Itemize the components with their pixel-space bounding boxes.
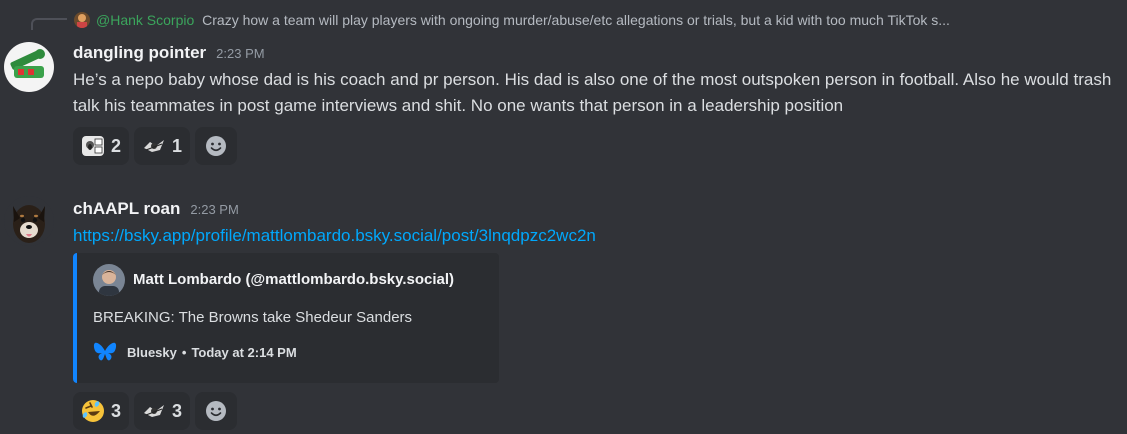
embed-description: BREAKING: The Browns take Shedeur Sander… <box>93 309 413 326</box>
message-header: chAAPL roan 2:23 PM <box>73 199 239 219</box>
timestamp: 2:23 PM <box>190 202 239 217</box>
reactions-bar: 3 3 <box>73 392 238 430</box>
scream-sticker-icon <box>81 134 105 158</box>
reaction-button[interactable]: 3 <box>73 392 130 430</box>
reaction-button[interactable]: 2 <box>73 127 130 165</box>
reaction-count: 3 <box>172 400 183 421</box>
message-link: https://bsky.app/profile/mattlombardo.bs… <box>73 223 596 249</box>
flying-meme-icon <box>142 399 166 423</box>
embed-provider: Bluesky <box>127 344 177 360</box>
bluesky-butterfly-icon <box>93 341 117 363</box>
embed-author[interactable]: Matt Lombardo (@mattlombardo.bsky.social… <box>133 271 454 288</box>
message-text: He’s a nepo baby whose dad is his coach … <box>73 70 1112 115</box>
reply-text: Crazy how a team will play players with … <box>202 12 950 28</box>
reply-spine <box>31 18 67 30</box>
reactions-bar: 2 1 <box>73 127 238 165</box>
username[interactable]: dangling pointer <box>73 43 206 63</box>
chat-view: @Hank Scorpio Crazy how a team will play… <box>0 0 1127 434</box>
reply-author-avatar[interactable] <box>74 12 90 28</box>
reaction-button[interactable]: 3 <box>134 392 191 430</box>
embed-footer: Bluesky • Today at 2:14 PM <box>93 341 297 363</box>
reaction-count: 2 <box>111 135 122 156</box>
smiley-add-icon <box>204 399 228 423</box>
add-reaction-button[interactable] <box>195 127 238 165</box>
bsky-link[interactable]: https://bsky.app/profile/mattlombardo.bs… <box>73 226 596 245</box>
embed-separator: • <box>181 344 187 360</box>
timestamp: 2:23 PM <box>216 46 265 61</box>
avatar[interactable] <box>4 42 54 92</box>
smiley-add-icon <box>204 134 228 158</box>
reply-preview[interactable]: @Hank Scorpio Crazy how a team will play… <box>96 11 1116 29</box>
embed-time: Today at 2:14 PM <box>191 344 297 360</box>
link-embed: Matt Lombardo (@mattlombardo.bsky.social… <box>73 253 499 383</box>
add-reaction-button[interactable] <box>195 392 238 430</box>
embed-author-avatar[interactable] <box>93 264 125 296</box>
message-header: dangling pointer 2:23 PM <box>73 43 265 63</box>
avatar[interactable] <box>4 196 54 246</box>
rolling-on-floor-laughing-icon <box>81 399 105 423</box>
username[interactable]: chAAPL roan <box>73 199 180 219</box>
reaction-count: 1 <box>172 135 183 156</box>
reaction-count: 3 <box>111 400 122 421</box>
reaction-button[interactable]: 1 <box>134 127 191 165</box>
flying-meme-icon <box>142 134 166 158</box>
reply-author[interactable]: @Hank Scorpio <box>96 12 194 28</box>
